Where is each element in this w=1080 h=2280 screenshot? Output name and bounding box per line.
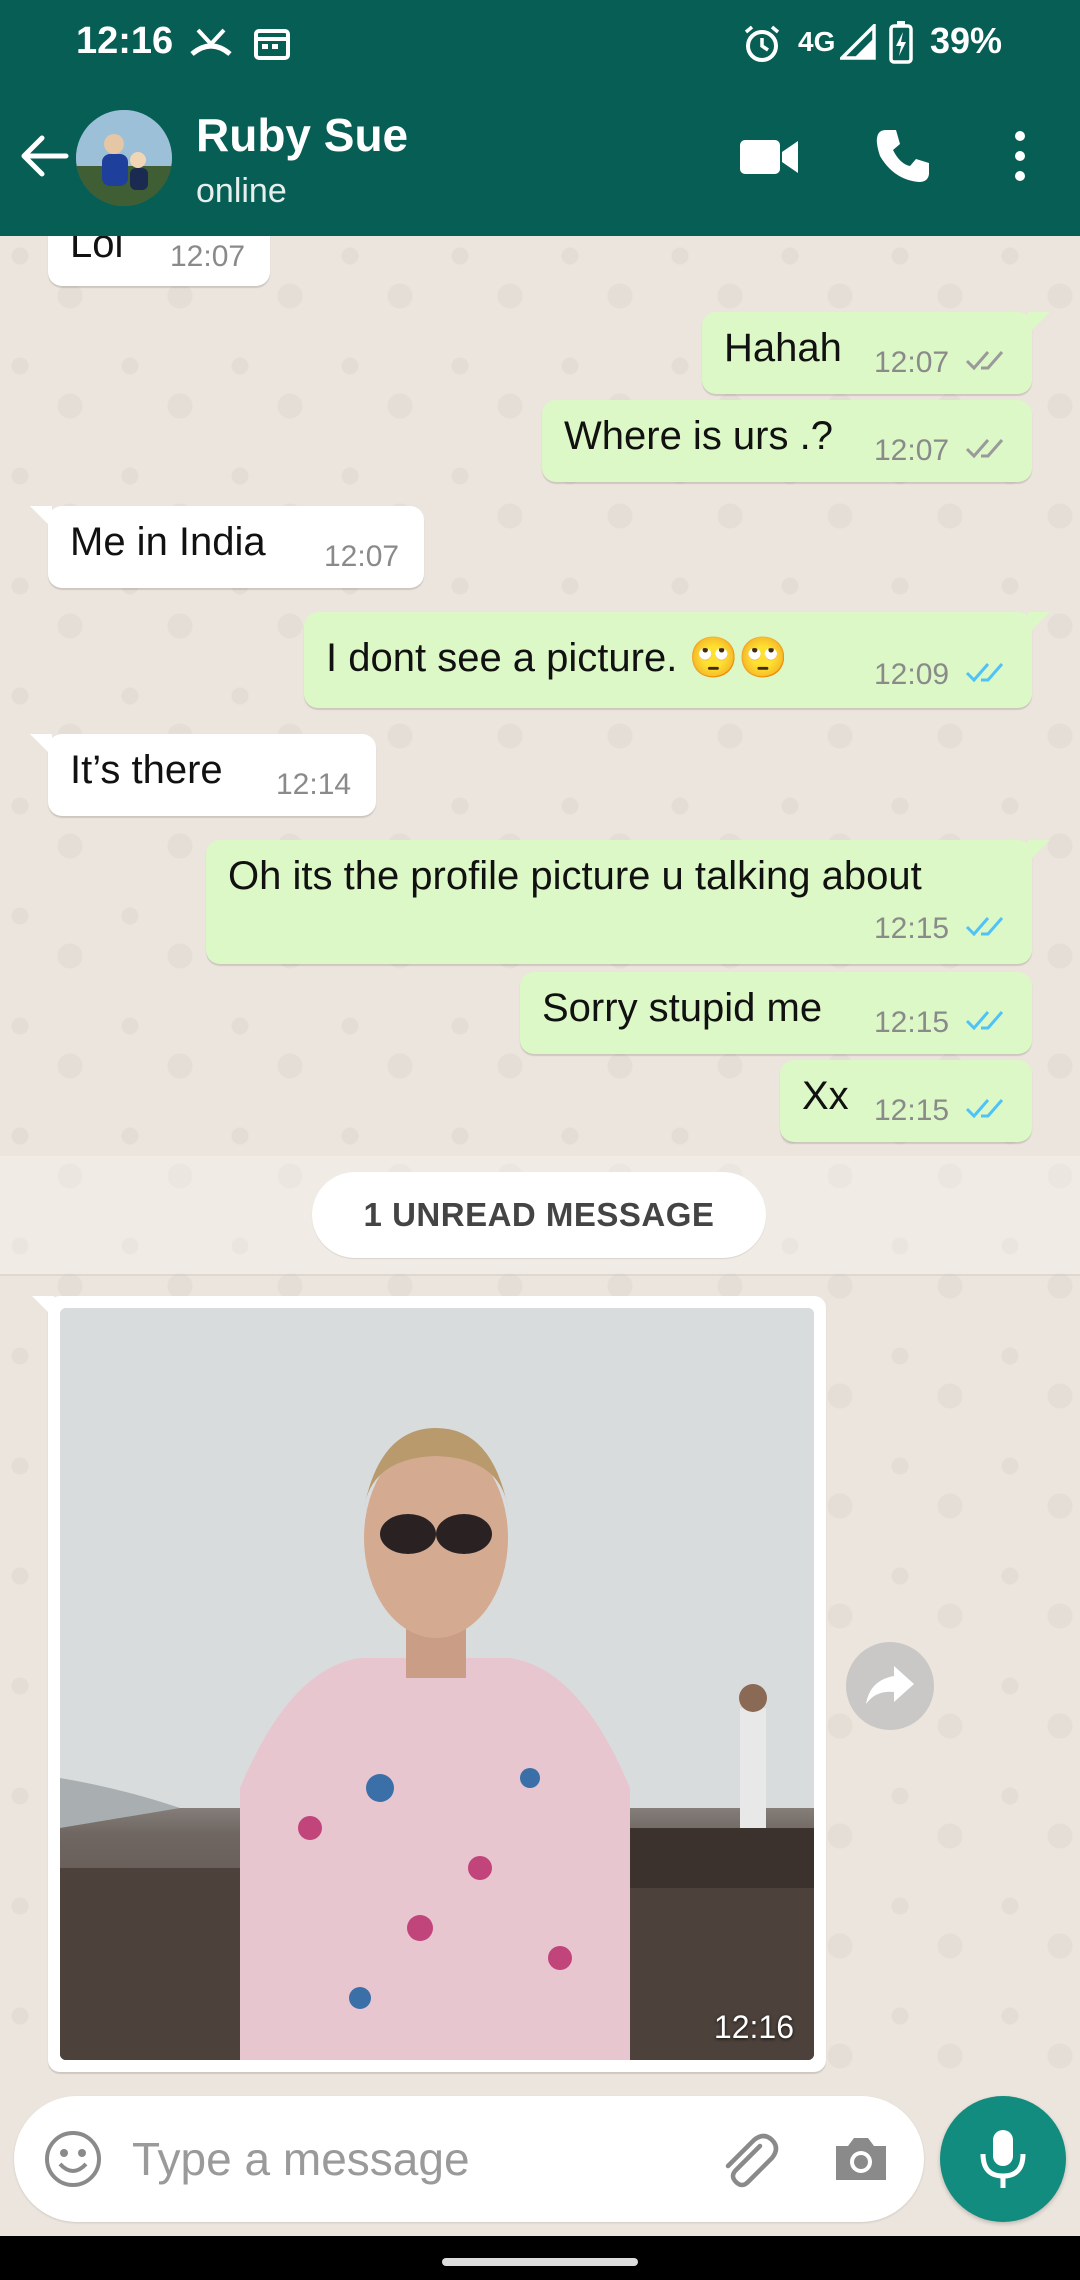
message-time: 12:14	[276, 768, 352, 801]
message-text: Xx	[802, 1074, 849, 1118]
chat-header: Ruby Sue online	[0, 82, 1080, 236]
status-time: 12:16	[76, 20, 174, 62]
message-bubble-incoming[interactable]: Me in India 12:07	[30, 506, 424, 588]
message-bubble-outgoing[interactable]: Xx 12:15	[780, 1060, 1032, 1142]
photo-image[interactable]: 12:16	[60, 1308, 814, 2060]
double-tick-icon	[965, 439, 1004, 459]
message-text: It’s there	[70, 748, 223, 792]
contact-name[interactable]: Ruby Sue	[196, 108, 408, 162]
avatar[interactable]	[76, 110, 172, 206]
paperclip-icon[interactable]	[714, 2126, 780, 2192]
network-type: 4G	[798, 26, 836, 57]
message-bubble-incoming[interactable]: Lol 12:07	[48, 236, 270, 286]
unread-badge: 1 UNREAD MESSAGE	[312, 1172, 766, 1258]
message-time: 12:15	[874, 1006, 950, 1039]
camera-icon[interactable]	[830, 2128, 892, 2190]
message-text: Oh its the profile picture u talking abo…	[228, 854, 922, 898]
message-text: I dont see a picture. 🙄🙄	[326, 636, 789, 680]
message-time: 12:09	[874, 658, 950, 691]
message-time: 12:07	[170, 240, 246, 273]
message-text: Hahah	[724, 326, 842, 370]
arrow-left-icon[interactable]	[16, 126, 76, 186]
message-bubble-incoming[interactable]: It’s there 12:14	[30, 734, 376, 816]
battery-icon	[889, 21, 913, 64]
message-composer	[14, 2096, 924, 2222]
message-text: Where is urs .?	[564, 414, 833, 458]
message-input[interactable]	[132, 2124, 692, 2194]
double-tick-read-icon	[965, 663, 1004, 683]
double-tick-icon	[965, 351, 1004, 371]
message-time: 12:15	[874, 912, 950, 945]
signal-icon	[840, 24, 876, 60]
battery-percent: 39%	[929, 20, 1002, 61]
photo-message[interactable]: 12:16	[32, 1296, 826, 2072]
message-text: Me in India	[70, 520, 266, 564]
more-vert-icon[interactable]	[1000, 126, 1040, 186]
microphone-icon	[980, 2130, 1026, 2188]
message-bubble-outgoing[interactable]: I dont see a picture. 🙄🙄 12:09	[304, 612, 1050, 708]
emoji-icon[interactable]	[42, 2128, 104, 2190]
video-camera-icon[interactable]	[738, 132, 800, 182]
phone-icon[interactable]	[872, 126, 932, 186]
calendar-icon	[254, 29, 290, 60]
message-bubble-outgoing[interactable]: Where is urs .? 12:07	[542, 400, 1032, 482]
message-time: 12:15	[874, 1094, 950, 1127]
contact-status: online	[196, 172, 287, 210]
message-bubble-outgoing[interactable]: Hahah 12:07	[702, 312, 1050, 394]
double-tick-read-icon	[965, 1011, 1004, 1031]
message-bubble-outgoing[interactable]: Oh its the profile picture u talking abo…	[206, 840, 1050, 964]
alarm-icon	[744, 25, 780, 62]
missed-call-icon	[190, 28, 232, 56]
status-bar: 12:16 4G 39%	[0, 0, 1080, 82]
message-time: 12:07	[874, 346, 950, 379]
forward-button[interactable]	[846, 1642, 934, 1730]
double-tick-read-icon	[965, 1099, 1004, 1119]
message-text: Lol	[70, 236, 124, 266]
forward-icon	[866, 1666, 914, 1704]
message-time: 12:07	[874, 434, 950, 467]
message-time: 12:16	[713, 2009, 794, 2045]
chat-area[interactable]: Lol 12:07 Hahah 12:07 Where is urs .? 12…	[0, 236, 1080, 2096]
home-indicator[interactable]	[442, 2258, 638, 2266]
mic-button[interactable]	[940, 2096, 1066, 2222]
double-tick-read-icon	[965, 917, 1004, 937]
message-text: Sorry stupid me	[542, 986, 823, 1030]
message-time: 12:07	[324, 540, 400, 573]
message-bubble-outgoing[interactable]: Sorry stupid me 12:15	[520, 972, 1032, 1054]
